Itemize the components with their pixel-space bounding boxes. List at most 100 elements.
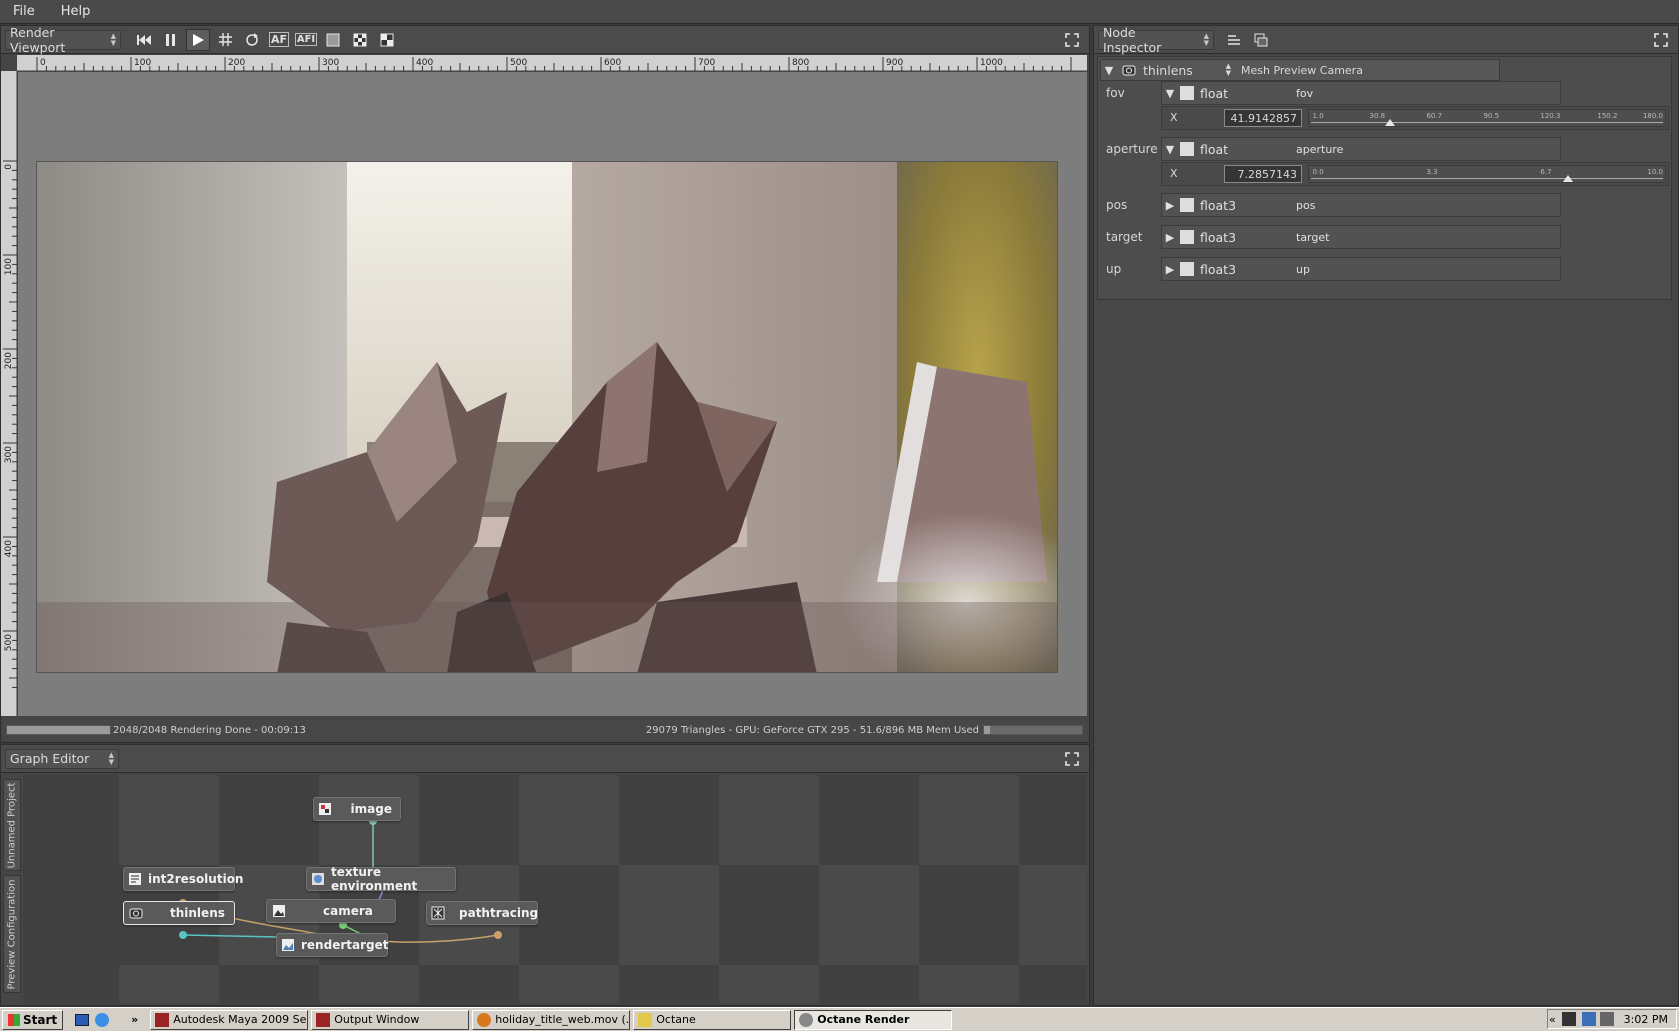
graph-editor-dropdown[interactable]: Graph Editor ▲ ▼ bbox=[5, 748, 119, 769]
horizontal-ruler: 0 100 200 300 400 500 600 700 800 900 1000 bbox=[17, 55, 1087, 71]
slider-thumb[interactable] bbox=[1385, 119, 1396, 126]
node-camera[interactable]: camera bbox=[266, 899, 396, 923]
pin-aperture-type[interactable]: float bbox=[1200, 142, 1290, 157]
tray-app-icon[interactable] bbox=[1561, 1012, 1576, 1026]
node-image[interactable]: image bbox=[313, 797, 401, 821]
fov-value-input[interactable]: 41.9142857 bbox=[1224, 109, 1302, 127]
horizontal-ruler-ticks: 0 100 200 300 400 500 600 700 800 900 1000 bbox=[36, 57, 1072, 71]
task-output-window[interactable]: Output Window bbox=[311, 1009, 470, 1030]
task-autodesk-maya[interactable]: Autodesk Maya 2009 Ser... bbox=[150, 1009, 309, 1030]
fov-slider[interactable]: 1.0 30.8 60.7 90.5 120.3 150.2 180.0 bbox=[1308, 109, 1666, 127]
node-name-label: Mesh Preview Camera bbox=[1241, 63, 1363, 77]
slider-thumb[interactable] bbox=[1563, 175, 1574, 182]
pin-fov-type[interactable]: float bbox=[1200, 86, 1290, 101]
maya-output-icon bbox=[316, 1012, 331, 1027]
node-pathtracing[interactable]: pathtracing bbox=[426, 901, 538, 925]
node-texture-environment[interactable]: texture environment bbox=[306, 865, 456, 893]
aperture-value-input[interactable]: 7.2857143 bbox=[1224, 165, 1302, 183]
pin-pos-header[interactable]: ▶ float3 pos bbox=[1161, 193, 1561, 217]
task-autodesk-maya-label: Autodesk Maya 2009 Ser... bbox=[173, 1013, 309, 1026]
node-rendertarget-label: rendertarget bbox=[301, 938, 389, 952]
viewport-maximize-button[interactable] bbox=[1063, 31, 1081, 49]
af-button[interactable]: AF bbox=[267, 29, 291, 51]
node-rendertarget[interactable]: rendertarget bbox=[276, 933, 388, 957]
node-int2resolution[interactable]: int2resolution bbox=[123, 867, 243, 891]
inspector-maximize-button[interactable] bbox=[1652, 31, 1670, 49]
render-viewport[interactable] bbox=[18, 72, 1087, 716]
quicklaunch-desktop-icon[interactable] bbox=[75, 1013, 90, 1026]
node-inspector-dropdown[interactable]: Node Inspector ▲ ▼ bbox=[1098, 25, 1214, 55]
reset-button[interactable] bbox=[240, 29, 264, 51]
pin-up-type[interactable]: float3 bbox=[1200, 262, 1290, 277]
afi-label: AFI bbox=[294, 33, 318, 46]
collapse-triangle-icon[interactable]: ▼ bbox=[1162, 143, 1178, 156]
node-thinlens[interactable]: thinlens bbox=[123, 901, 235, 925]
maximize-icon bbox=[1065, 33, 1079, 47]
pin-up-header[interactable]: ▶ float3 up bbox=[1161, 257, 1561, 281]
graph-grid-cell bbox=[519, 965, 619, 1003]
hash-icon bbox=[218, 33, 232, 46]
ruler-tick-label: 200 bbox=[228, 58, 245, 68]
start-button[interactable]: Start bbox=[2, 1009, 64, 1030]
play-button[interactable] bbox=[186, 28, 210, 51]
graph-grid-cell bbox=[1019, 865, 1087, 965]
rendertarget-node-icon bbox=[281, 937, 295, 953]
memory-usage-fill bbox=[984, 726, 990, 734]
inspector-expand-button[interactable] bbox=[1249, 29, 1273, 51]
expand-triangle-icon[interactable]: ▶ bbox=[1162, 231, 1178, 244]
rewind-button[interactable] bbox=[132, 29, 156, 51]
task-holiday-title[interactable]: holiday_title_web.mov (... bbox=[472, 1009, 631, 1030]
grid-button[interactable] bbox=[213, 29, 237, 51]
task-octane[interactable]: Octane bbox=[633, 1009, 792, 1030]
checker-view-button[interactable] bbox=[348, 29, 372, 51]
slider-tick-label: 150.2 bbox=[1597, 112, 1618, 120]
node-type-dropdown[interactable]: thinlens ▲ ▼ bbox=[1137, 60, 1233, 80]
ruler-tick-label: 100 bbox=[134, 58, 151, 68]
pin-target-type[interactable]: float3 bbox=[1200, 230, 1290, 245]
tray-expand-icon[interactable]: « bbox=[1549, 1013, 1556, 1026]
solid-view-button[interactable] bbox=[321, 29, 345, 51]
aperture-slider[interactable]: 0.0 3.3 6.7 10.0 bbox=[1308, 165, 1666, 183]
pin-target-name: target bbox=[1296, 230, 1330, 244]
graph-grid-cell bbox=[719, 775, 819, 865]
ruler-tick-label: 600 bbox=[604, 58, 621, 68]
inspector-collapse-button[interactable] bbox=[1222, 29, 1246, 51]
graph-side-tabs: Unnamed Project Preview Configuration bbox=[1, 775, 21, 1003]
task-octane-render[interactable]: Octane Render bbox=[794, 1009, 953, 1030]
slider-tick-label: 180.0 bbox=[1642, 112, 1663, 120]
graph-editor-maximize-button[interactable] bbox=[1063, 750, 1081, 768]
pin-up-name: up bbox=[1296, 262, 1310, 276]
tab-unnamed-project[interactable]: Unnamed Project bbox=[3, 779, 21, 871]
tray-volume-icon[interactable] bbox=[1599, 1012, 1614, 1026]
collapse-list-icon bbox=[1228, 34, 1240, 45]
render-viewport-pane: Render Viewport ▲ ▼ AF AFI 0 100 200 300… bbox=[0, 25, 1090, 743]
tray-network-icon[interactable] bbox=[1581, 1012, 1596, 1026]
tab-unnamed-project-label: Unnamed Project bbox=[6, 782, 18, 868]
tab-preview-configuration[interactable]: Preview Configuration bbox=[3, 875, 21, 993]
inspector-node-header: ▼ thinlens ▲ ▼ Mesh Preview Camera bbox=[1100, 59, 1500, 81]
graph-grid-cell bbox=[119, 965, 219, 1003]
ruler-tick-label: 500 bbox=[510, 58, 527, 68]
menu-help[interactable]: Help bbox=[48, 4, 104, 19]
pause-button[interactable] bbox=[159, 29, 183, 51]
collapse-triangle-icon[interactable]: ▼ bbox=[1101, 64, 1117, 77]
pin-aperture-header: ▼ float aperture bbox=[1161, 137, 1561, 161]
slider-tick-label: 3.3 bbox=[1426, 168, 1438, 176]
graph-grid-cell bbox=[23, 775, 119, 1003]
node-graph-canvas[interactable]: image int2resolution texture environment… bbox=[23, 775, 1087, 1003]
ruler-tick-label: 0 bbox=[40, 58, 46, 68]
region-view-button[interactable] bbox=[375, 29, 399, 51]
render-viewport-dropdown[interactable]: Render Viewport ▲ ▼ bbox=[5, 25, 121, 55]
ruler-tick-label: 0 bbox=[4, 164, 14, 170]
expand-triangle-icon[interactable]: ▶ bbox=[1162, 199, 1178, 212]
quicklaunch-ie-icon[interactable] bbox=[95, 1012, 110, 1027]
ruler-tick-label: 400 bbox=[4, 540, 14, 557]
pin-pos-type[interactable]: float3 bbox=[1200, 198, 1290, 213]
afi-button[interactable]: AFI bbox=[294, 29, 318, 51]
slider-tick-label: 0.0 bbox=[1312, 168, 1324, 176]
expand-triangle-icon[interactable]: ▶ bbox=[1162, 263, 1178, 276]
quicklaunch-more-icon[interactable]: » bbox=[131, 1013, 138, 1026]
collapse-triangle-icon[interactable]: ▼ bbox=[1162, 87, 1178, 100]
menu-file[interactable]: File bbox=[0, 4, 48, 19]
pin-target-header[interactable]: ▶ float3 target bbox=[1161, 225, 1561, 249]
